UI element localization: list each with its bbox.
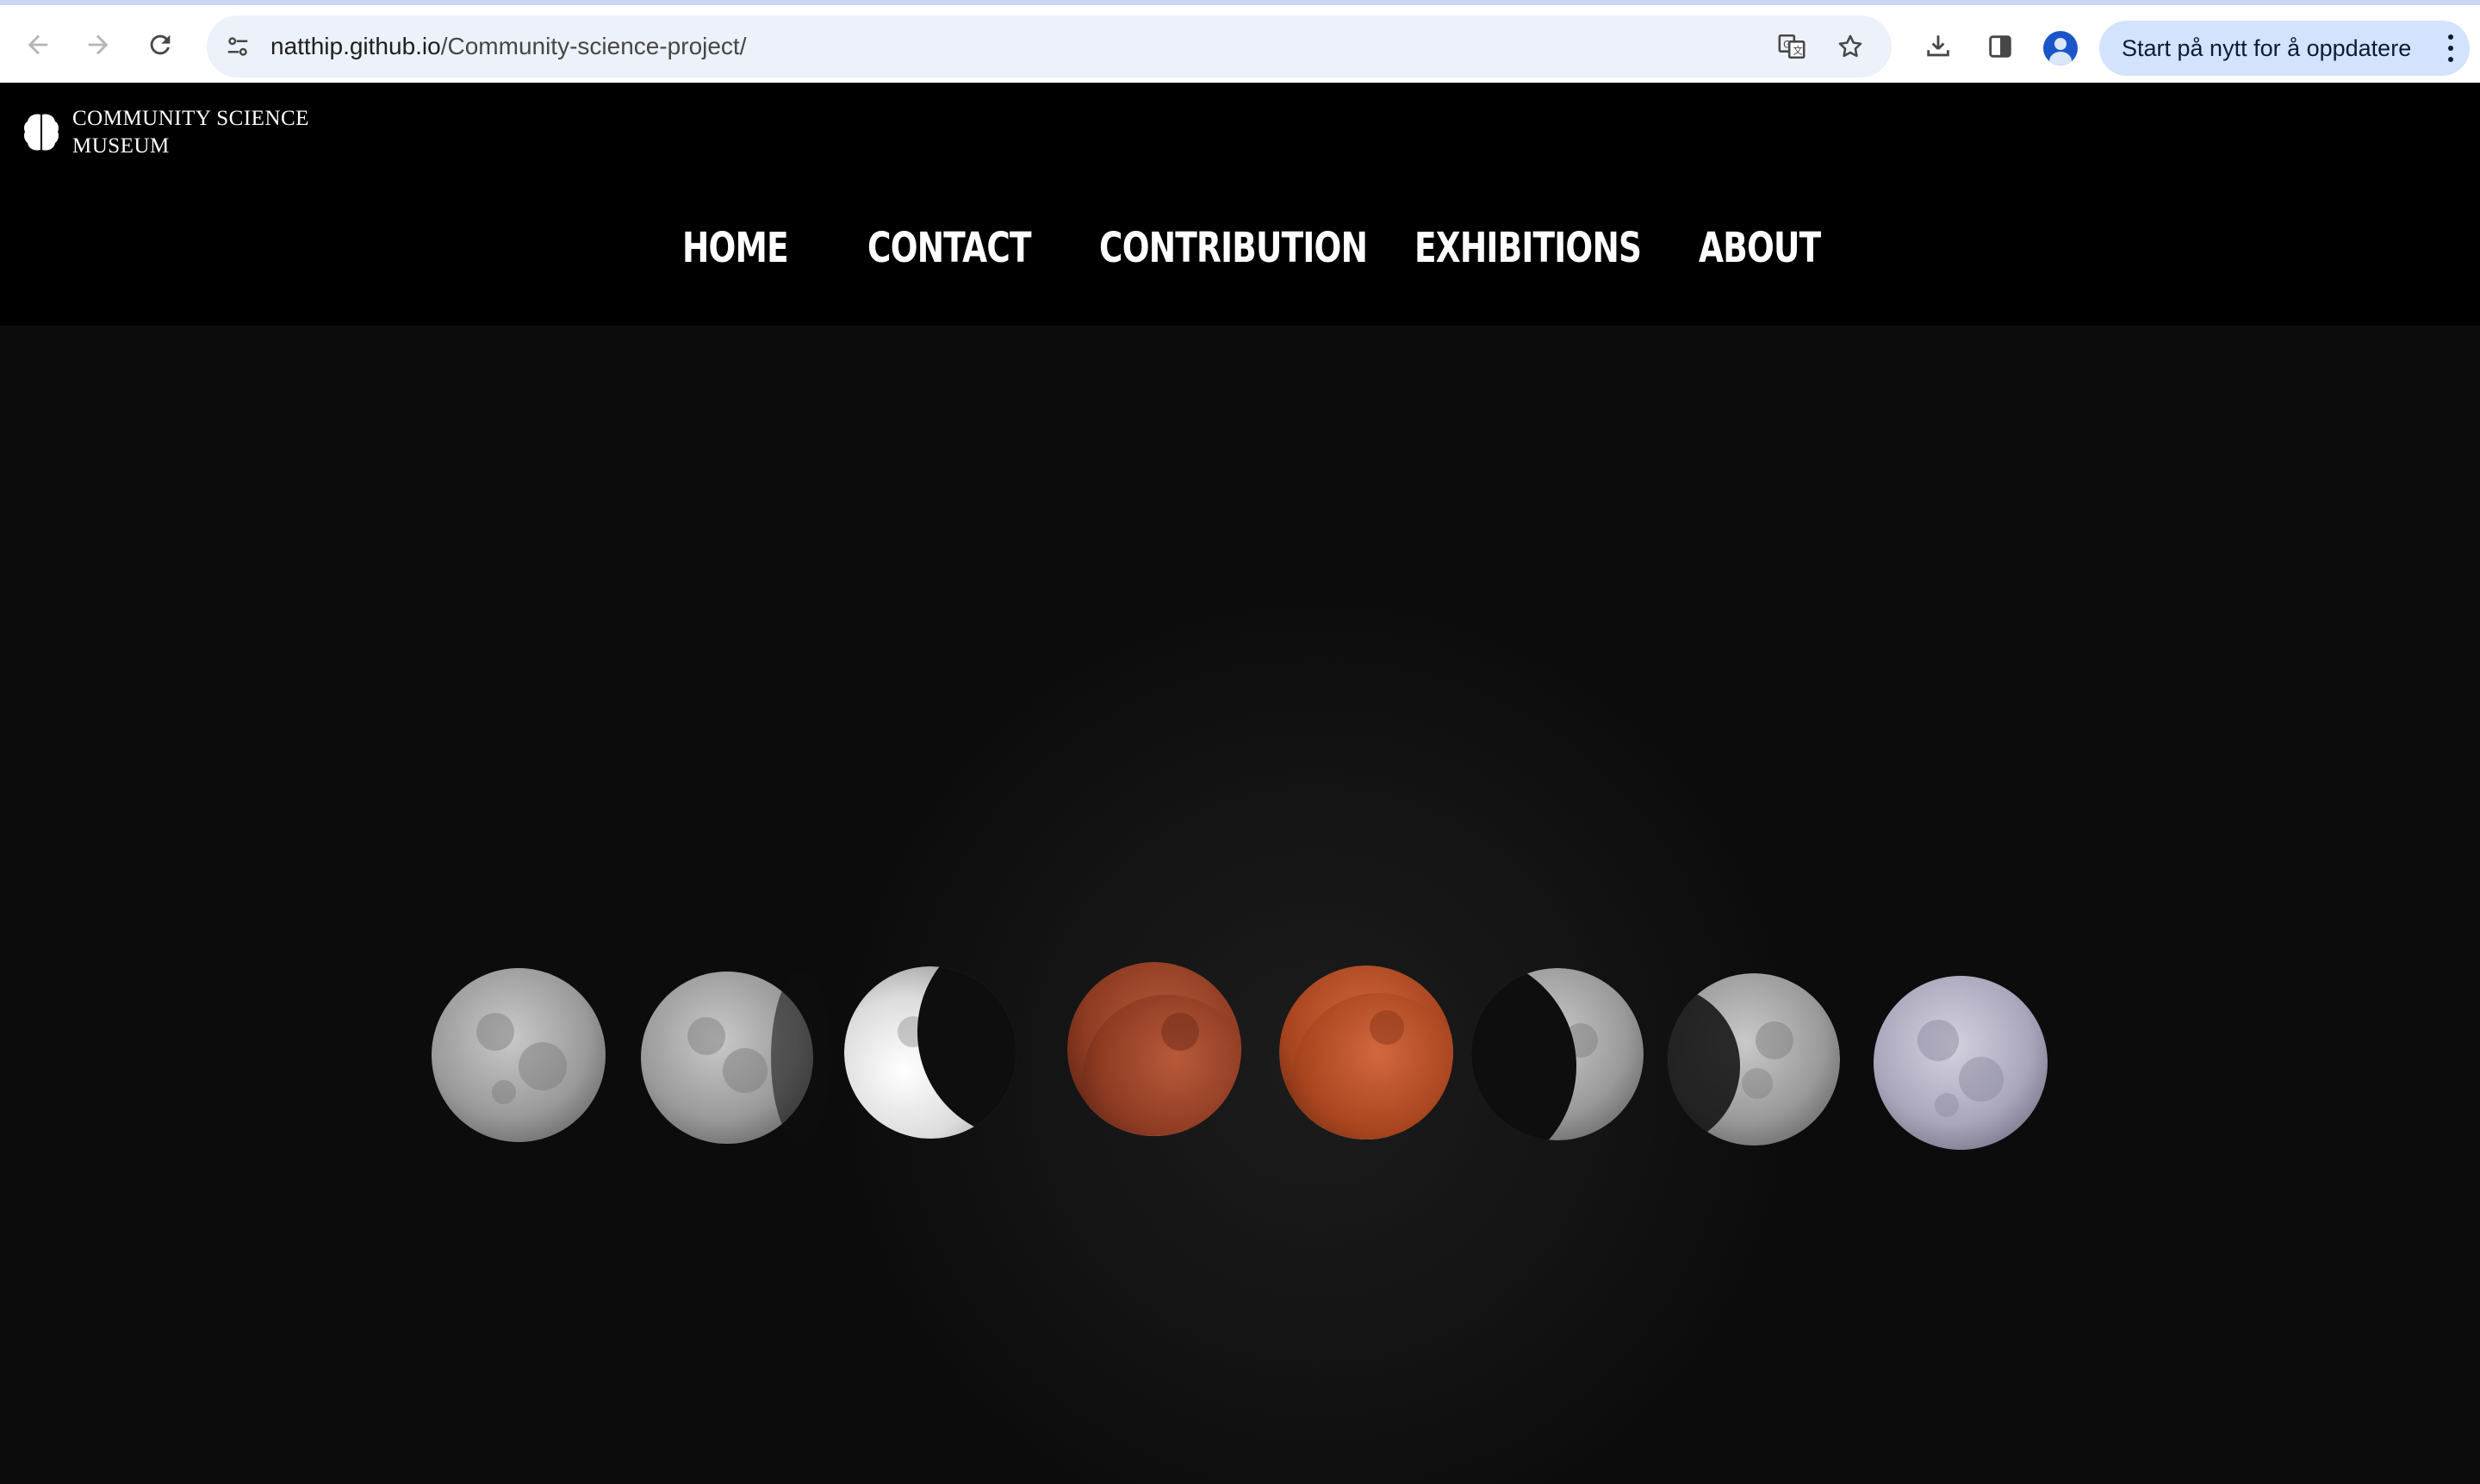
site-info-icon — [227, 37, 248, 56]
nav-about[interactable]: ABOUT — [1699, 214, 1821, 283]
main-nav: HOME CONTACT CONTRIBUTION EXHIBITIONS AB… — [0, 214, 2480, 283]
reload-button[interactable] — [140, 24, 181, 65]
reload-icon — [150, 34, 171, 55]
more-menu-icon[interactable] — [2446, 34, 2456, 62]
nav-contact[interactable]: CONTACT — [867, 214, 1032, 283]
downloads-button[interactable] — [1917, 26, 1959, 67]
bookmark-star-icon — [1838, 34, 1862, 58]
moon-phase-8 — [1874, 976, 2048, 1150]
url-host: natthip.github.io — [270, 33, 441, 59]
back-button[interactable] — [17, 24, 59, 65]
svg-text:文: 文 — [1793, 45, 1802, 57]
nav-exhibitions[interactable]: EXHIBITIONS — [1414, 214, 1642, 283]
nav-home[interactable]: HOME — [682, 214, 789, 283]
brain-icon — [24, 114, 59, 151]
profile-avatar-icon[interactable] — [2043, 31, 2078, 65]
logo-line-2: MUSEUM — [72, 134, 170, 158]
side-panel-button[interactable] — [1980, 26, 2021, 67]
update-restart-label: Start på nytt for å oppdatere — [2122, 35, 2412, 61]
hero-image — [0, 326, 2480, 1484]
back-icon — [28, 34, 48, 55]
forward-icon — [88, 34, 109, 55]
url-path: /Community-science-project/ — [440, 33, 747, 59]
site-header: COMMUNITY SCIENCE MUSEUM HOME CONTACT CO… — [0, 83, 2480, 326]
update-restart-button[interactable]: Start på nytt for å oppdatere — [2099, 21, 2470, 76]
forward-button[interactable] — [78, 24, 119, 65]
translate-button[interactable]: G 文 — [1773, 28, 1811, 65]
translate-icon: G 文 — [1778, 34, 1806, 59]
lunar-eclipse-image — [432, 593, 2048, 1484]
site-logo[interactable]: COMMUNITY SCIENCE MUSEUM — [22, 102, 357, 164]
moon-phase-2 — [641, 972, 831, 1144]
moon-phase-1 — [432, 968, 606, 1142]
svg-text:G: G — [1783, 38, 1791, 50]
logo-line-1: COMMUNITY SCIENCE — [72, 107, 309, 130]
url-text[interactable]: natthip.github.io/Community-science-proj… — [270, 16, 747, 78]
address-bar[interactable]: natthip.github.io/Community-science-proj… — [207, 16, 1892, 78]
nav-contribution[interactable]: CONTRIBUTION — [1099, 214, 1368, 283]
side-panel-icon — [1989, 35, 2011, 58]
browser-toolbar: natthip.github.io/Community-science-proj… — [0, 0, 2480, 83]
logo-text: COMMUNITY SCIENCE MUSEUM — [72, 105, 357, 160]
site-info-button[interactable] — [217, 26, 258, 67]
download-icon — [1927, 35, 1949, 57]
bookmark-button[interactable] — [1831, 28, 1869, 65]
